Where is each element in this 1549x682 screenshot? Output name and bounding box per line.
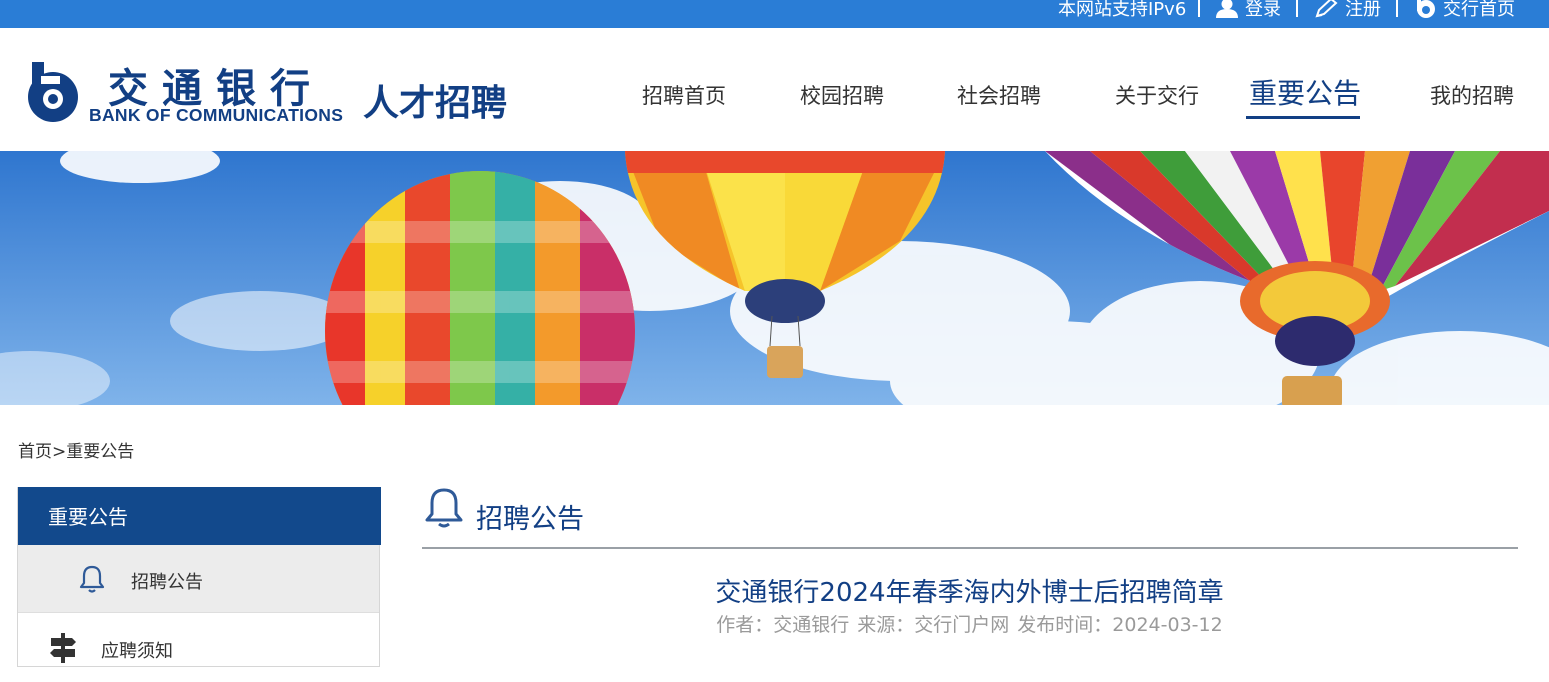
user-icon xyxy=(1215,0,1239,18)
divider xyxy=(1396,0,1398,17)
ipv6-notice: 本网站支持IPv6 xyxy=(1058,0,1187,20)
register-label: 注册 xyxy=(1345,0,1381,20)
hero-banner xyxy=(0,151,1549,405)
login-link[interactable]: 登录 xyxy=(1215,0,1281,22)
breadcrumb-separator: > xyxy=(52,442,67,462)
pen-icon xyxy=(1314,0,1338,18)
logo-recruitment-title: 人才招聘 xyxy=(363,82,508,124)
nav-social-recruit[interactable]: 社会招聘 xyxy=(957,80,1041,110)
nav-about-bocom[interactable]: 关于交行 xyxy=(1115,80,1199,110)
register-link[interactable]: 注册 xyxy=(1314,0,1381,22)
nav-important-notices[interactable]: 重要公告 xyxy=(1249,72,1361,112)
bank-logo[interactable]: 交通银行 BANK OF COMMUNICATIONS 人才招聘 xyxy=(20,56,520,128)
signpost-icon xyxy=(48,633,78,667)
nav-my-recruitment[interactable]: 我的招聘 xyxy=(1430,80,1514,110)
bank-logo-icon xyxy=(1413,0,1437,19)
sidebar-item-label: 应聘须知 xyxy=(101,641,173,662)
sidebar-title: 重要公告 xyxy=(18,487,381,545)
article-publish-date: 发布时间：2024-03-12 xyxy=(1017,614,1223,636)
nav-campus-recruit[interactable]: 校园招聘 xyxy=(800,80,884,110)
nav-active-underline xyxy=(1246,116,1360,119)
section-title: 招聘公告 xyxy=(476,504,584,535)
top-utility-bar: 本网站支持IPv6 登录 注册 交行首页 xyxy=(0,0,1549,28)
divider xyxy=(1198,0,1200,17)
article-title[interactable]: 交通银行2024年春季海内外博士后招聘简章 xyxy=(0,572,1549,609)
breadcrumb: 首页>重要公告 xyxy=(18,437,134,462)
nav-recruit-home[interactable]: 招聘首页 xyxy=(642,80,726,110)
hot-air-balloons-image xyxy=(0,151,1549,405)
bank-emblem-icon xyxy=(20,58,80,128)
article-meta: 作者：交通银行 来源：交行门户网 发布时间：2024-03-12 xyxy=(0,610,1549,637)
breadcrumb-home-link[interactable]: 首页 xyxy=(18,442,52,462)
breadcrumb-current[interactable]: 重要公告 xyxy=(66,442,134,462)
login-label: 登录 xyxy=(1245,0,1281,20)
section-header: 招聘公告 xyxy=(422,485,1518,549)
bank-home-link[interactable]: 交行首页 xyxy=(1413,0,1515,22)
bell-icon xyxy=(425,488,463,532)
article-source: 来源：交行门户网 xyxy=(857,614,1010,636)
bank-home-label: 交行首页 xyxy=(1443,0,1515,20)
article-author: 作者：交通银行 xyxy=(716,614,850,636)
logo-english-name: BANK OF COMMUNICATIONS xyxy=(89,105,344,125)
site-header: 交通银行 BANK OF COMMUNICATIONS 人才招聘 招聘首页 校园… xyxy=(0,28,1549,151)
divider xyxy=(1296,0,1298,17)
